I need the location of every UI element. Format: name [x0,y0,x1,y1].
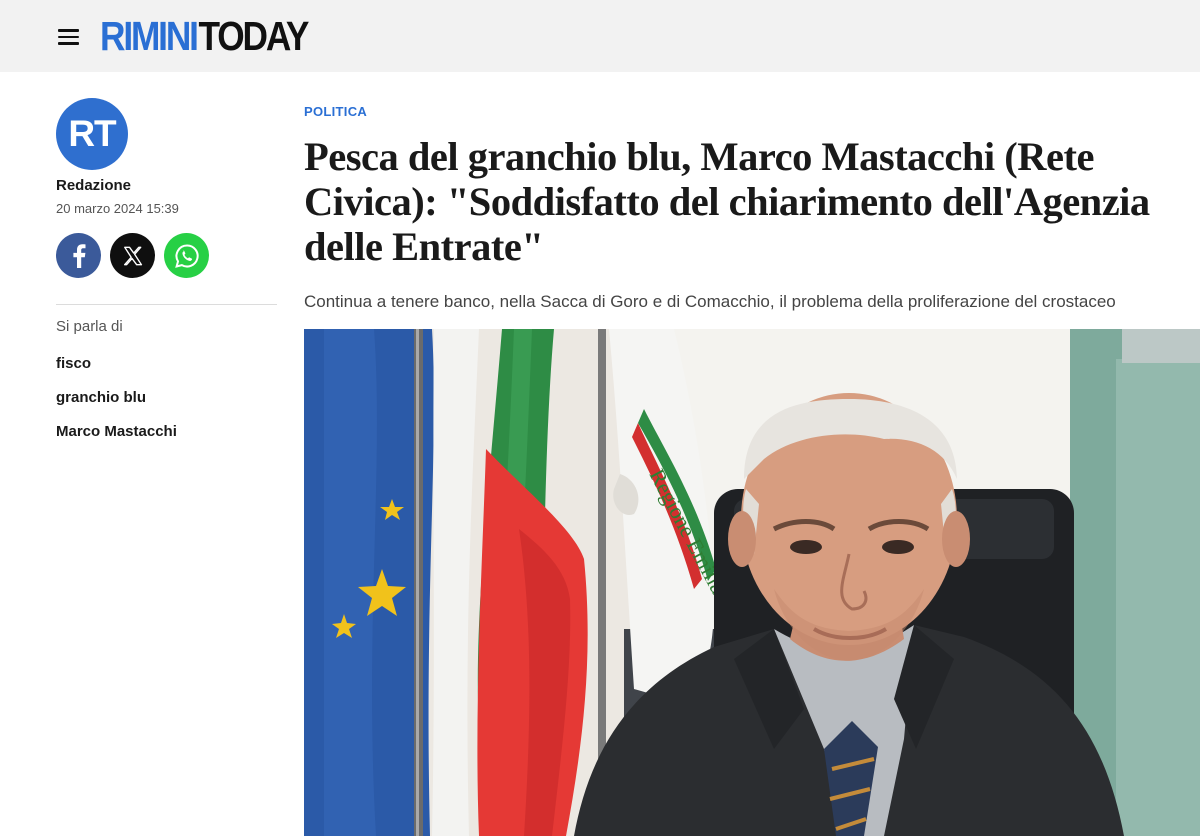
logo-part-today: TODAY [198,13,310,59]
article-photo: Regione Emilia [304,329,1200,836]
hamburger-menu-icon[interactable] [56,26,82,48]
site-header: RIMINITODAY [0,0,1200,72]
share-x-button[interactable] [110,233,155,278]
x-icon [123,246,142,265]
whatsapp-icon [174,243,199,268]
share-facebook-button[interactable] [56,233,101,278]
facebook-icon [72,243,85,268]
article-headline: Pesca del granchio blu, Marco Mastacchi … [304,134,1150,269]
sidebar-divider [56,304,277,305]
article-photo-illustration: Regione Emilia [304,329,1200,836]
tag-link[interactable]: Marco Mastacchi [56,423,177,440]
tag-link[interactable]: granchio blu [56,389,146,406]
author-avatar[interactable]: RT [56,98,128,170]
logo-part-rimini: RIMINI [100,13,199,59]
article-category[interactable]: POLITICA [304,104,367,119]
site-logo[interactable]: RIMINITODAY [100,13,310,59]
article-subtitle: Continua a tenere banco, nella Sacca di … [304,292,1116,311]
share-whatsapp-button[interactable] [164,233,209,278]
author-name[interactable]: Redazione [56,177,131,194]
tag-link[interactable]: fisco [56,355,91,372]
tags-label: Si parla di [56,318,123,335]
publication-date: 20 marzo 2024 15:39 [56,201,179,216]
